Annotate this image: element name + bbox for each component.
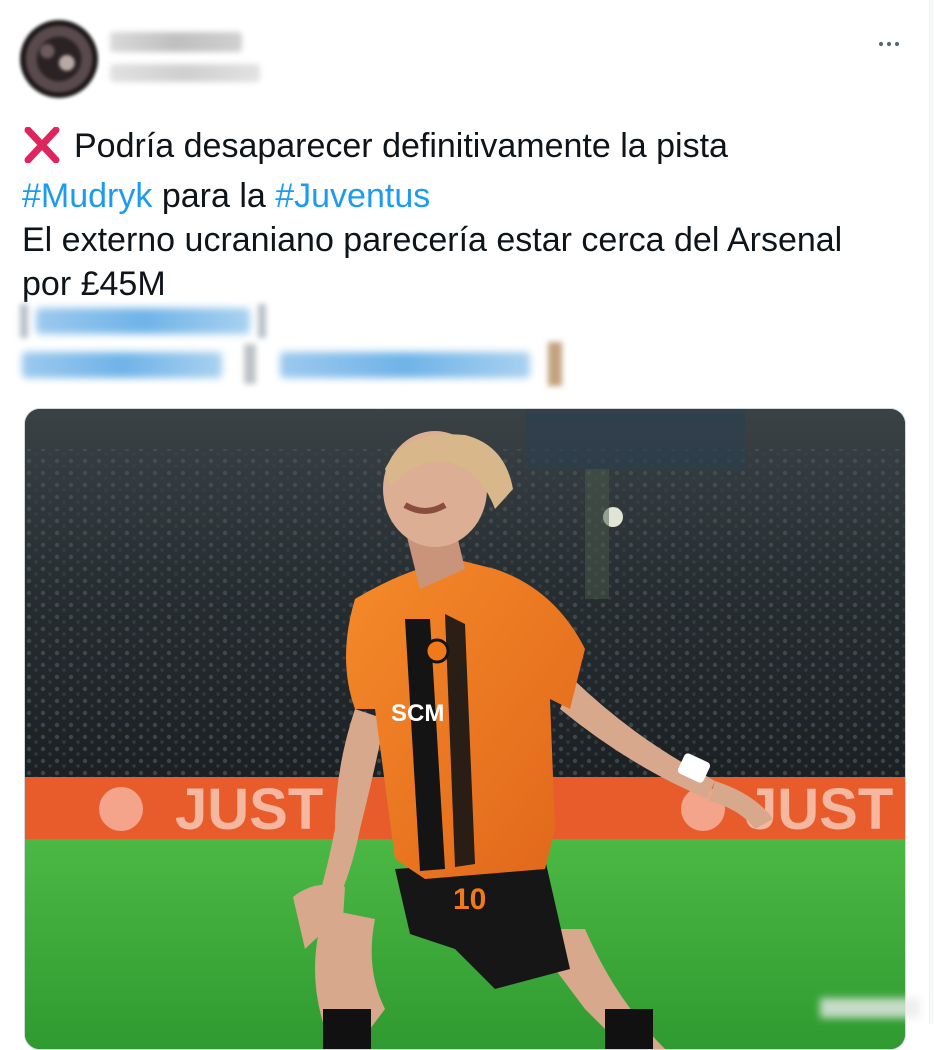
redacted-hashtag-link-1[interactable] — [22, 352, 222, 378]
cross-mark-icon — [22, 126, 62, 174]
tweet-line-1: Podría desaparecer definitivamente la pi… — [22, 124, 902, 174]
tweet-text: Podría desaparecer definitivamente la pi… — [22, 124, 902, 306]
tweet-text-line3: El externo ucraniano parecería estar cer… — [22, 221, 843, 259]
tweet-card[interactable]: Podría desaparecer definitivamente la pi… — [0, 0, 934, 1050]
shorts-number: 10 — [453, 883, 486, 916]
tweet-text-line1: Podría desaparecer definitivamente la pi… — [74, 127, 728, 165]
redacted-emoji-1 — [244, 344, 256, 384]
redacted-hashtag-link-2[interactable] — [280, 352, 530, 378]
hashtag-mudryk-link[interactable]: #Mudryk — [22, 177, 152, 215]
stand-roof — [525, 409, 745, 469]
stand-pillar — [585, 469, 609, 599]
tweet-line-2: #Mudryk para la #Juventus — [22, 174, 902, 218]
ad-board-logo-left — [99, 787, 143, 831]
watermark — [820, 998, 920, 1018]
ad-board-text-left: JUST — [175, 777, 323, 842]
more-options-icon[interactable] — [872, 30, 906, 58]
hashtag-juventus-link[interactable]: #Juventus — [275, 177, 430, 215]
football-player-photo: JUST JUST 10 SCM — [25, 409, 905, 1049]
tweet-text-line4: por £45M — [22, 265, 166, 303]
redacted-bracket-left — [20, 304, 28, 338]
username-redacted — [110, 64, 260, 82]
tweet-photo[interactable]: JUST JUST 10 SCM — [24, 408, 906, 1050]
ad-board-text-right: JUST — [745, 777, 893, 842]
display-name-redacted[interactable] — [110, 32, 242, 52]
avatar[interactable] — [20, 20, 98, 98]
redacted-emoji-2 — [548, 342, 562, 386]
shirt-sponsor: SCM — [391, 700, 444, 727]
club-crest — [424, 638, 450, 664]
tweet-text-line2-mid: para la — [152, 177, 276, 215]
redacted-bracket-right — [258, 304, 266, 338]
scrollbar-track — [929, 0, 934, 1024]
redacted-mention-link[interactable] — [36, 308, 250, 334]
